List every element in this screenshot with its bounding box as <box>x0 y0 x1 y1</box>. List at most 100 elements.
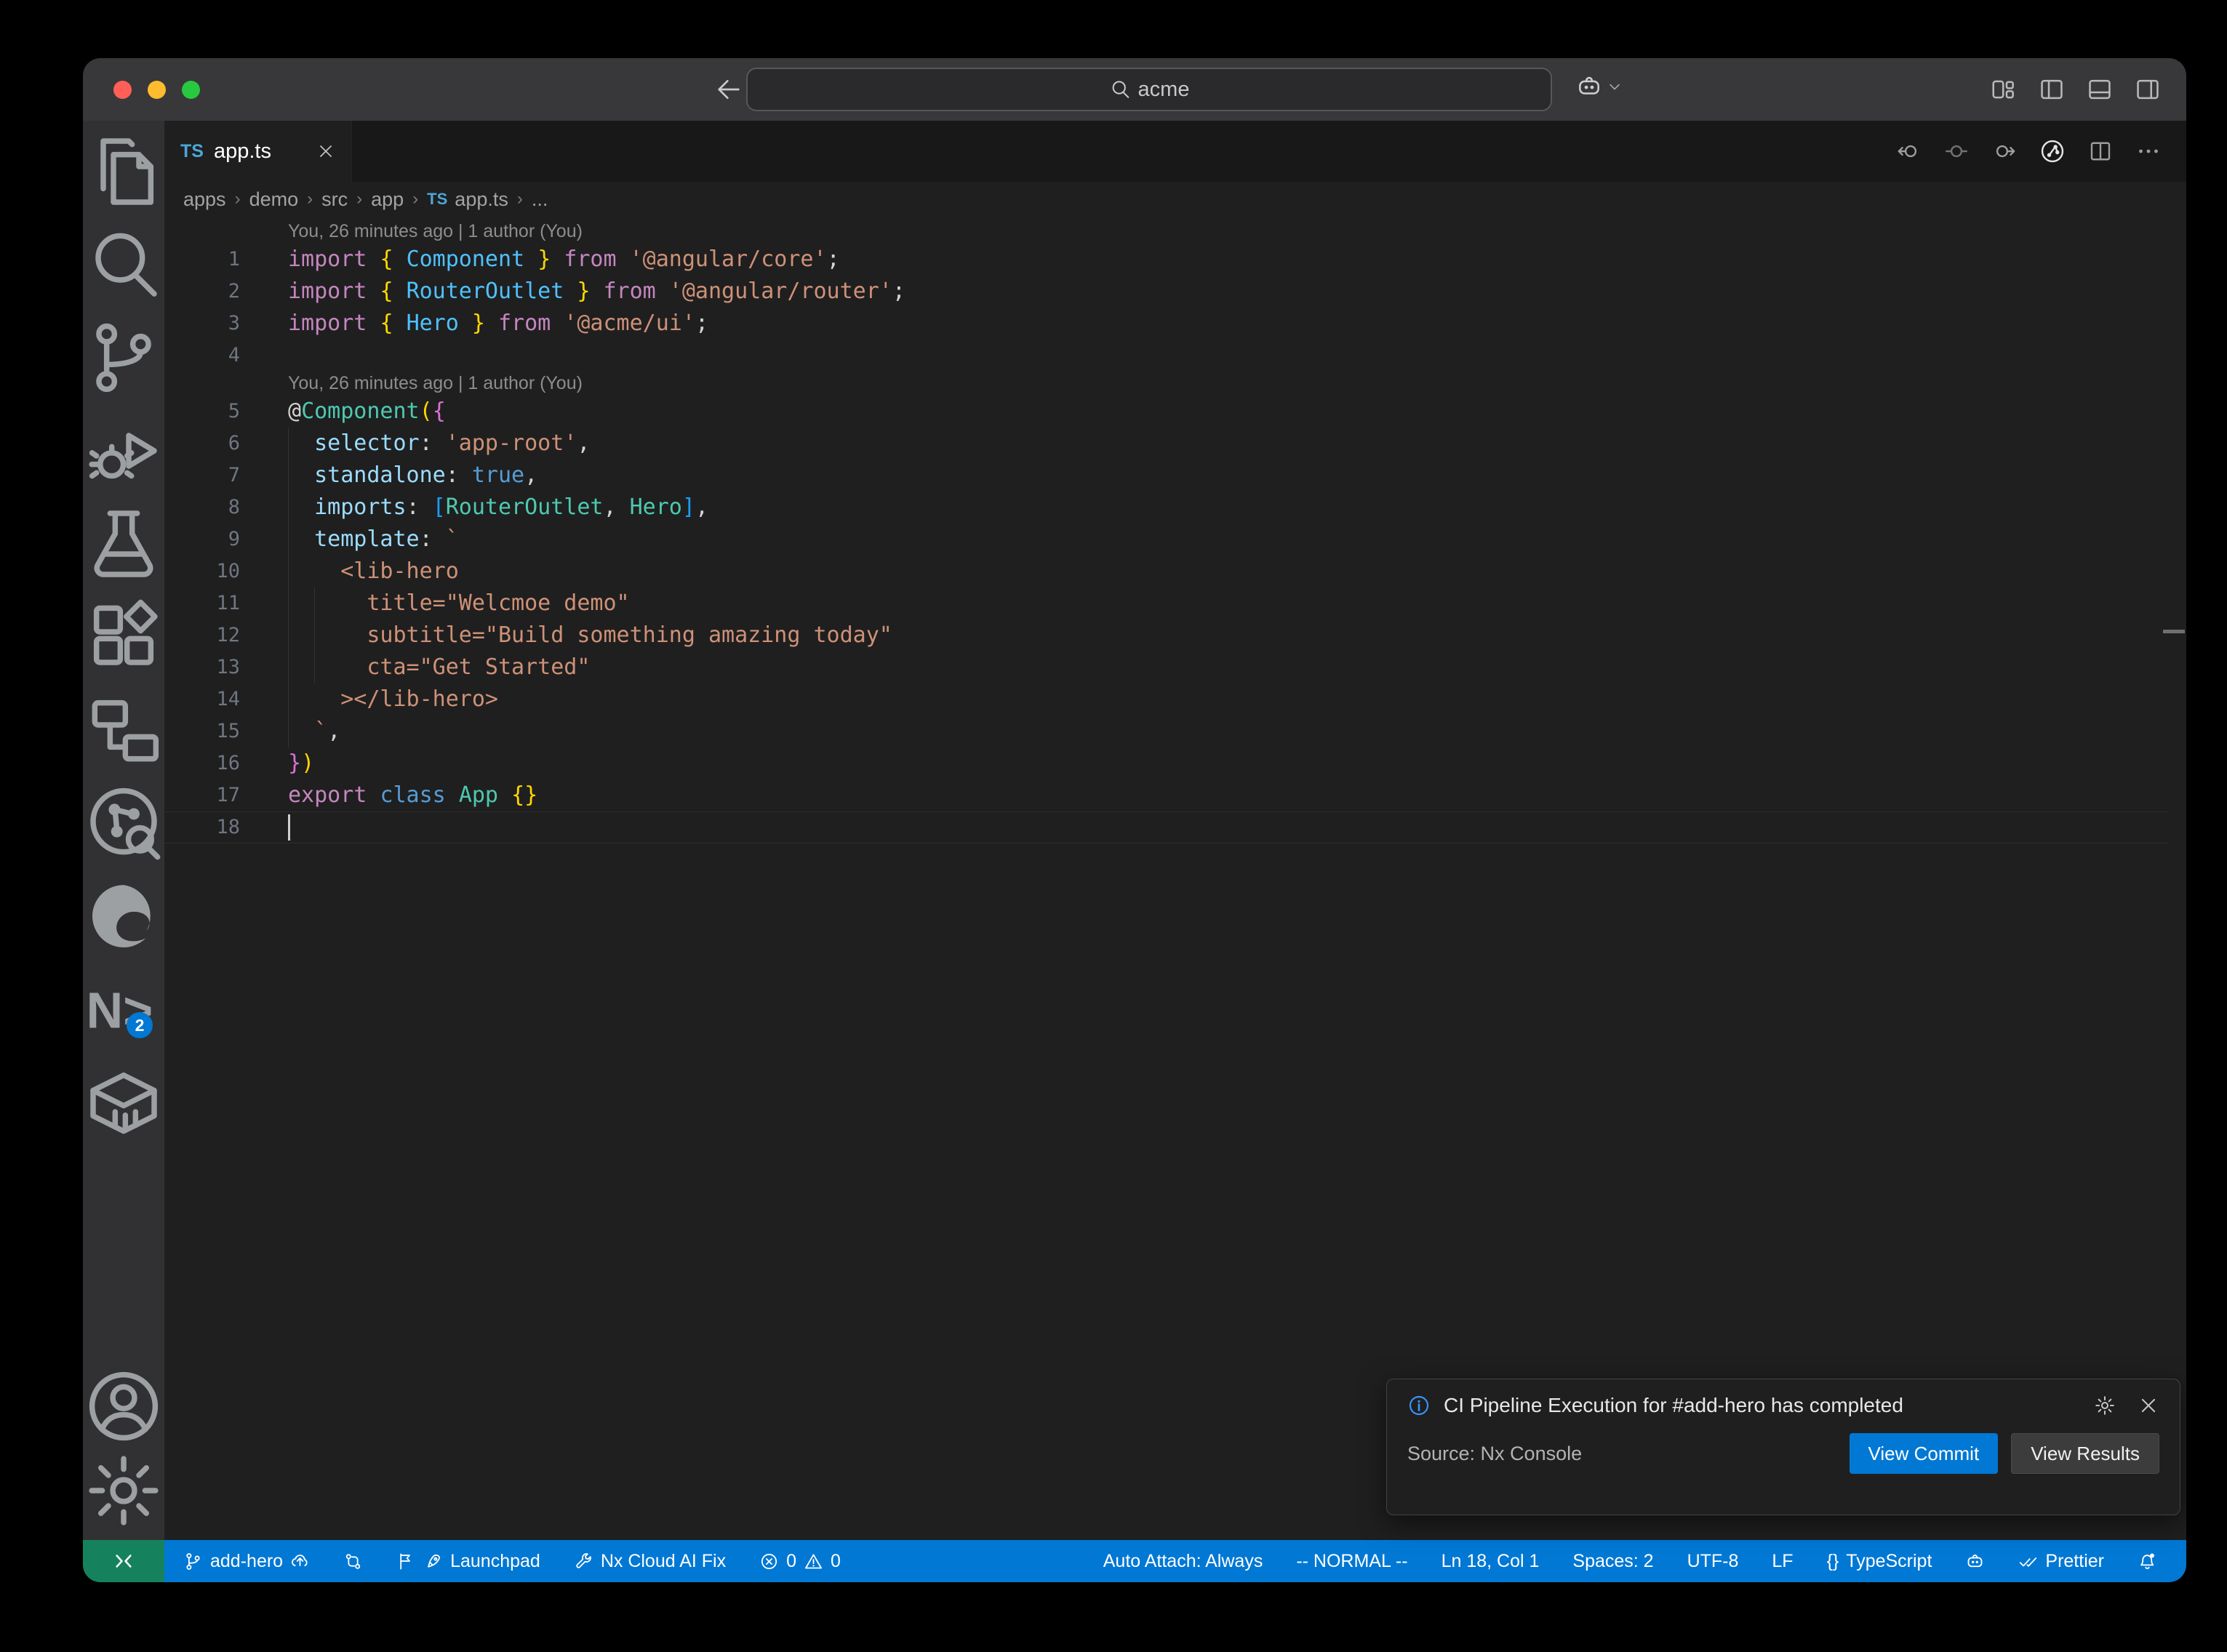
typescript-file-icon: TS <box>180 141 204 162</box>
code-area[interactable]: You, 26 minutes ago | 1 author (You)1imp… <box>164 217 2186 1540</box>
code-token: { <box>380 278 393 304</box>
layout-right-icon[interactable] <box>2134 76 2162 103</box>
minimize-window-button[interactable] <box>148 81 166 99</box>
copilot-item[interactable] <box>1965 1552 1985 1571</box>
breadcrumb-item-[interactable]: ... <box>532 188 548 211</box>
compare-icon <box>343 1552 363 1571</box>
ellipsis-icon[interactable] <box>2135 138 2162 164</box>
code-token: { <box>433 398 446 424</box>
eol-item[interactable]: LF <box>1772 1551 1793 1572</box>
layout-bottom-icon[interactable] <box>2086 76 2114 103</box>
line-content: title="Welcmoe demo" <box>288 588 2186 620</box>
prettier-item[interactable]: Prettier <box>2018 1551 2104 1572</box>
activity-item-nx-console[interactable]: N>2 <box>83 963 164 1056</box>
line-content: }) <box>288 747 2186 779</box>
copilot-icon <box>1575 73 1603 100</box>
nx-cloud-ai-fix-item[interactable]: Nx Cloud AI Fix <box>574 1551 726 1572</box>
activity-item-accounts[interactable] <box>83 1364 164 1448</box>
activity-item-run-and-debug[interactable] <box>83 404 164 497</box>
tab-label: app.ts <box>214 140 271 164</box>
activity-item-source-control[interactable] <box>83 311 164 404</box>
tab-app-ts[interactable]: TS app.ts <box>164 121 352 182</box>
activity-item-extensions[interactable] <box>83 590 164 683</box>
notification-settings-icon[interactable] <box>2094 1395 2116 1416</box>
code-token: ; <box>827 246 840 272</box>
notification-close-icon[interactable] <box>2138 1395 2159 1416</box>
copilot-menu[interactable] <box>1575 73 1623 100</box>
git-compare-item[interactable] <box>343 1552 363 1571</box>
code-token: , <box>577 430 590 456</box>
line-number: 9 <box>164 524 240 556</box>
breadcrumb-item-app[interactable]: app <box>371 188 404 211</box>
vim-mode-item[interactable]: -- NORMAL -- <box>1296 1551 1407 1572</box>
auto-attach-item[interactable]: Auto Attach: Always <box>1103 1551 1263 1572</box>
breadcrumb-item-apps[interactable]: apps <box>183 188 226 211</box>
code-token: template <box>314 526 420 552</box>
arrow-left-icon <box>714 75 743 104</box>
split-editor-icon[interactable] <box>2087 138 2114 164</box>
launchpad-item[interactable]: Launchpad <box>396 1551 540 1572</box>
status-label: Launchpad <box>450 1551 540 1572</box>
line-number: 13 <box>164 651 240 683</box>
indentation-item[interactable]: Spaces: 2 <box>1572 1551 1653 1572</box>
code-token: subtitle="Build something amazing today" <box>288 622 892 648</box>
status-label: Auto Attach: Always <box>1103 1551 1263 1572</box>
traffic-lights <box>113 81 200 99</box>
code-token: ) <box>301 750 314 776</box>
breadcrumb-item-appts[interactable]: app.ts <box>455 188 508 211</box>
code-token: <lib-hero <box>288 558 459 584</box>
line-content: ></lib-hero> <box>288 683 2186 715</box>
line-content: <lib-hero <box>288 556 2186 588</box>
activity-item-settings[interactable] <box>83 1448 164 1533</box>
code-token <box>288 494 314 520</box>
code-token: true <box>472 462 524 488</box>
code-token: { <box>380 310 393 336</box>
notifications-item[interactable] <box>2138 1552 2157 1571</box>
activity-item-containers[interactable] <box>83 1056 164 1149</box>
view-commit-button[interactable]: View Commit <box>1850 1433 1999 1474</box>
problems-item[interactable]: 00 <box>759 1551 841 1572</box>
code-line-1: 1import { Component } from '@angular/cor… <box>164 244 2186 276</box>
command-center-search[interactable]: acme <box>746 68 1552 111</box>
code-token <box>393 278 407 304</box>
activity-item-search[interactable] <box>83 218 164 311</box>
next-change-icon[interactable] <box>1991 138 2018 164</box>
remote-indicator[interactable] <box>83 1540 164 1582</box>
line-content: standalone: true, <box>288 460 2186 492</box>
close-window-button[interactable] <box>113 81 132 99</box>
layout-left-icon[interactable] <box>2038 76 2066 103</box>
rocket-icon <box>423 1552 443 1571</box>
activity-item-explorer[interactable] <box>83 125 164 218</box>
breadcrumb-item-src[interactable]: src <box>321 188 348 211</box>
commit-graph-icon[interactable] <box>2039 138 2066 164</box>
title-bar: acme <box>83 58 2186 121</box>
activity-item-testing[interactable] <box>83 497 164 590</box>
view-results-button[interactable]: View Results <box>2011 1433 2159 1474</box>
line-number: 16 <box>164 747 240 779</box>
zoom-window-button[interactable] <box>182 81 200 99</box>
line-number: 1 <box>164 244 240 276</box>
line-content: selector: 'app-root', <box>288 428 2186 460</box>
git-branch-item[interactable]: add-hero <box>183 1551 310 1572</box>
breadcrumb-separator: › <box>356 189 362 209</box>
breadcrumb-item-demo[interactable]: demo <box>249 188 299 211</box>
git-blame-codelens[interactable]: You, 26 minutes ago | 1 author (You) <box>164 372 2186 396</box>
activity-item-project-hierarchy[interactable] <box>83 683 164 777</box>
dim-change-icon[interactable] <box>1943 138 1970 164</box>
tab-close-icon[interactable] <box>316 142 335 161</box>
activity-item-commit-graph-search[interactable] <box>83 777 164 870</box>
breadcrumb-separator: › <box>517 189 523 209</box>
prev-change-icon[interactable] <box>1895 138 1922 164</box>
code-token: @ <box>288 398 301 424</box>
error-circle-icon <box>759 1552 779 1571</box>
git-blame-codelens[interactable]: You, 26 minutes ago | 1 author (You) <box>164 220 2186 244</box>
language-item[interactable]: {}TypeScript <box>1827 1551 1932 1572</box>
code-token: '@angular/router' <box>669 278 892 304</box>
layout-custom-icon[interactable] <box>1990 76 2018 103</box>
desktop-background: acme N>2 TS app.ts apps›demo›src›app›TSa… <box>0 0 2227 1652</box>
encoding-item[interactable]: UTF-8 <box>1687 1551 1739 1572</box>
activity-item-edge-devtools[interactable] <box>83 870 164 963</box>
chevron-down-icon <box>1606 78 1623 95</box>
status-label: Spaces: 2 <box>1572 1551 1653 1572</box>
cursor-position-item[interactable]: Ln 18, Col 1 <box>1442 1551 1540 1572</box>
